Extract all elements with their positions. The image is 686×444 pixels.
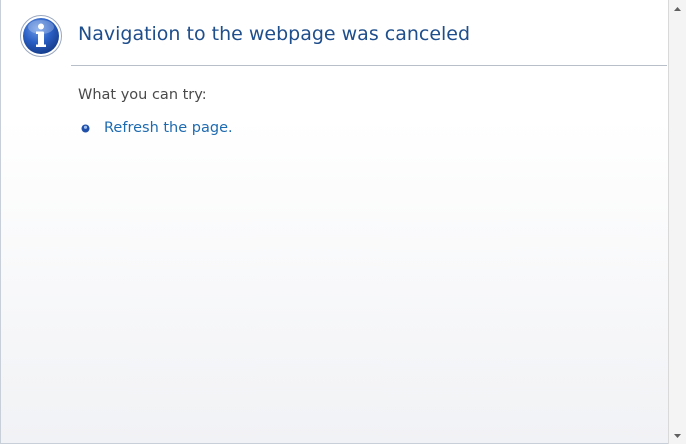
suggestion-item-refresh: Refresh the page. xyxy=(81,119,233,137)
vertical-scrollbar[interactable] xyxy=(668,0,686,444)
page-title: Navigation to the webpage was canceled xyxy=(78,23,471,45)
bullet-icon xyxy=(81,124,90,132)
refresh-page-link[interactable]: Refresh the page. xyxy=(104,120,233,136)
scroll-up-arrow-icon xyxy=(674,6,681,11)
scroll-up-button[interactable] xyxy=(669,0,686,17)
suggestions-heading: What you can try: xyxy=(78,87,207,103)
error-page: Navigation to the webpage was canceled W… xyxy=(0,0,668,444)
title-divider xyxy=(71,65,667,66)
info-icon xyxy=(20,15,62,57)
scroll-down-button[interactable] xyxy=(669,427,686,444)
scroll-down-arrow-icon xyxy=(674,433,681,438)
suggestions-list: Refresh the page. xyxy=(81,119,233,137)
